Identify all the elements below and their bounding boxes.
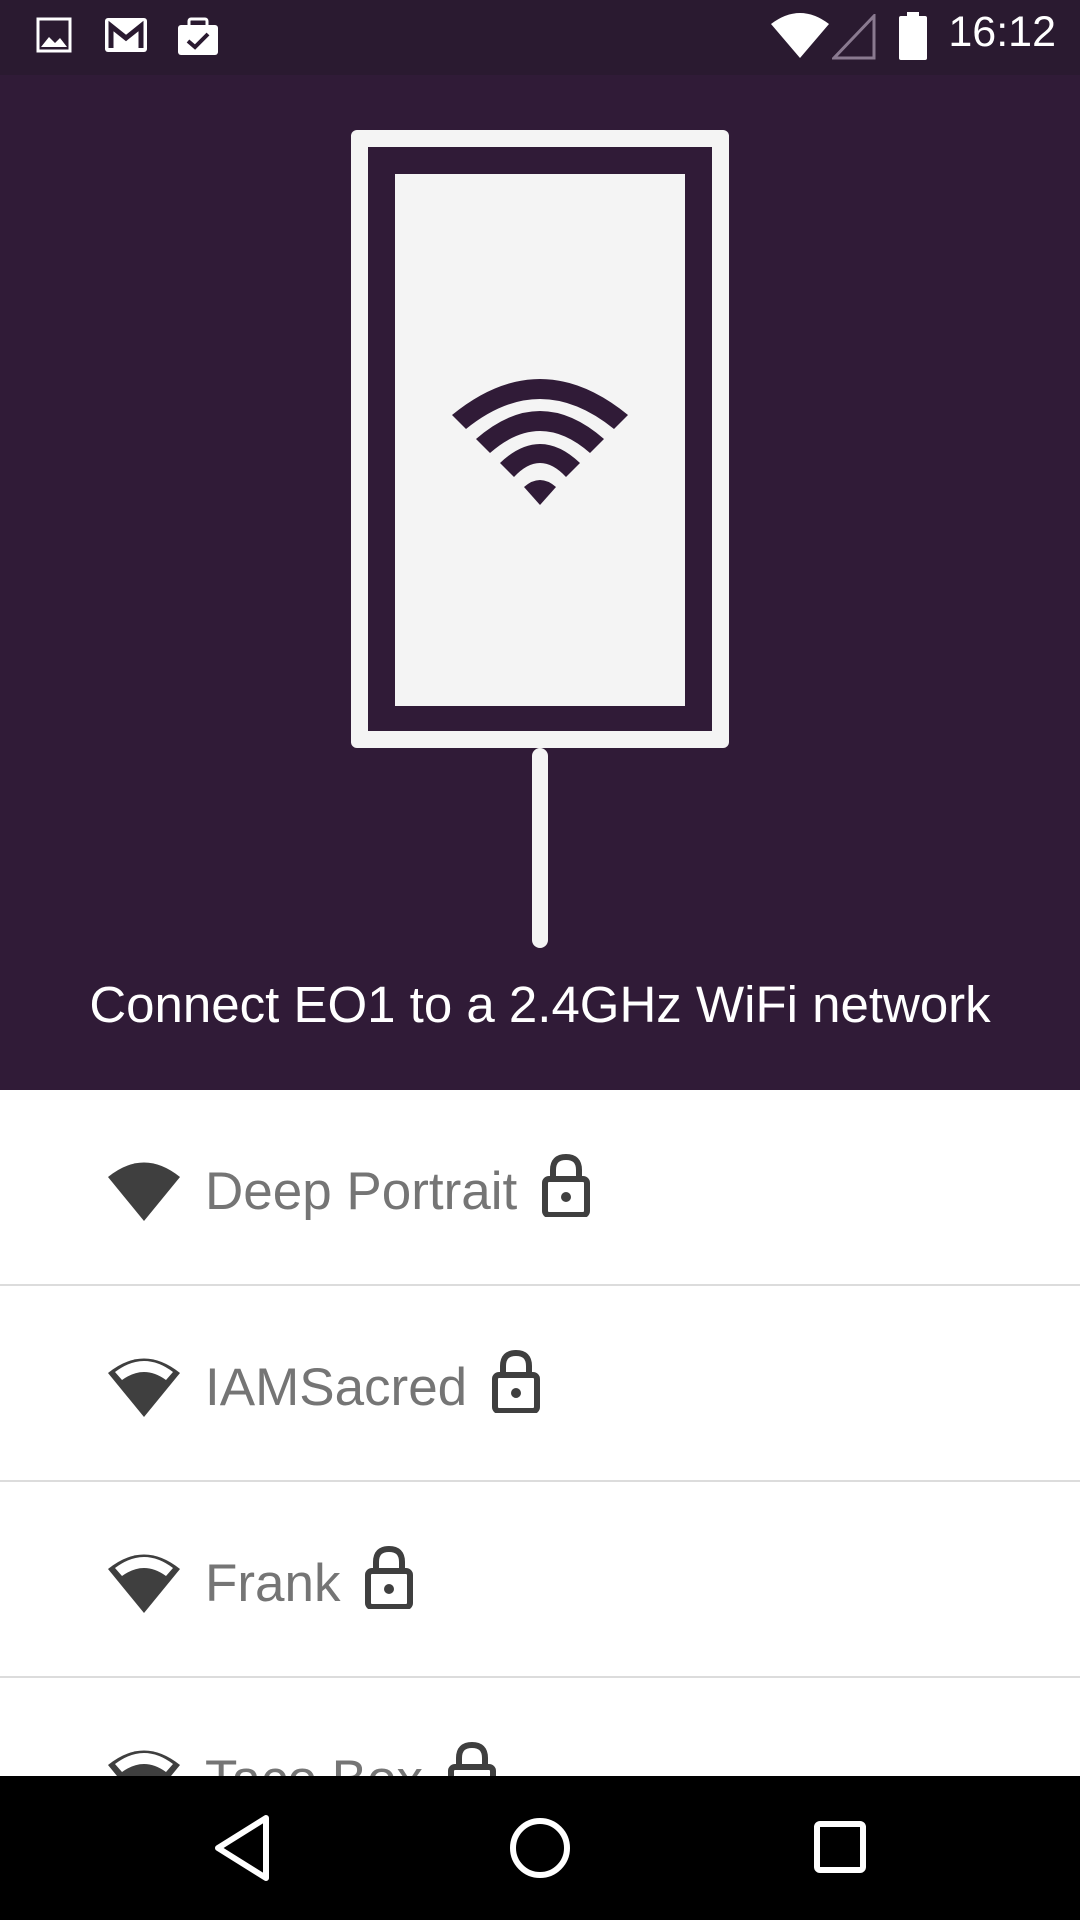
list-item[interactable]: Frank [0, 1482, 1080, 1678]
network-name: Taco Box [205, 1749, 423, 1776]
battery-icon [898, 12, 928, 64]
gmail-icon [104, 17, 148, 57]
clock: 16:12 [948, 8, 1056, 56]
page-title: Connect EO1 to a 2.4GHz WiFi network [89, 976, 991, 1033]
wifi-signal-good-icon [106, 1746, 182, 1776]
clipboard-check-icon [176, 17, 220, 61]
status-bar: 16:12 [0, 0, 1080, 75]
wifi-signal-good-icon [106, 1550, 182, 1618]
list-item[interactable]: Deep Portrait [0, 1090, 1080, 1286]
list-item[interactable]: IAMSacred [0, 1286, 1080, 1482]
lock-icon [447, 1741, 497, 1776]
network-name: Deep Portrait [205, 1162, 518, 1221]
eo1-device-wifi-icon [340, 120, 740, 1034]
wifi-signal-weak-icon [106, 1158, 182, 1226]
cell-signal-empty-icon [830, 12, 876, 64]
wifi-signal-icon [770, 12, 830, 64]
back-icon[interactable] [210, 1812, 274, 1888]
lock-icon [364, 1545, 414, 1622]
image-icon [36, 17, 72, 57]
lock-icon [491, 1349, 541, 1426]
navigation-bar [0, 1776, 1080, 1920]
wifi-signal-good-icon [106, 1354, 182, 1422]
network-name: Frank [205, 1554, 341, 1613]
list-item[interactable]: Taco Box [0, 1678, 1080, 1776]
lock-icon [541, 1153, 591, 1230]
recents-icon[interactable] [808, 1812, 872, 1888]
home-icon[interactable] [504, 1812, 576, 1888]
wifi-network-list[interactable]: Deep Portrait IAMSacred Frank [0, 1090, 1080, 1776]
setup-header: Connect EO1 to a 2.4GHz WiFi network [0, 75, 1080, 1090]
network-name: IAMSacred [205, 1358, 468, 1417]
